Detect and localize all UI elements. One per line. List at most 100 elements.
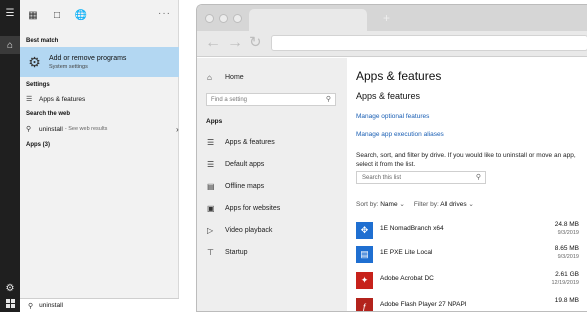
- sidebar-item-label: Default apps: [225, 161, 265, 168]
- app-name: Adobe Flash Player 27 NPAPI: [380, 301, 467, 308]
- app-size: 8.65 MB: [554, 245, 579, 252]
- web-result-uninstall[interactable]: ⚲ uninstall - See web results ›: [26, 125, 179, 134]
- apps-description: Search, sort, and filter by drive. If yo…: [356, 152, 576, 168]
- sidebar-item-startup[interactable]: ⊤ Startup: [207, 248, 248, 257]
- sidebar-item-label: Offline maps: [225, 183, 265, 190]
- app-row-acrobat[interactable]: ✦ Adobe Acrobat DC 2.61 GB 12/19/2019: [356, 270, 587, 292]
- sidebar-item-apps-features[interactable]: ☰ Apps & features: [207, 138, 275, 147]
- section-title: Apps & features: [356, 91, 421, 101]
- sort-label: Sort by:: [356, 201, 379, 208]
- app-date: 12/19/2019: [551, 280, 579, 286]
- page-title: Apps & features: [356, 69, 442, 83]
- new-tab-icon[interactable]: +: [383, 11, 390, 25]
- map-icon: ▤: [207, 182, 215, 191]
- settings-window: + ← → ↻ ⌂ Home Find a setting ⚲ Apps ☰ A…: [196, 4, 587, 312]
- filter-by-control[interactable]: Filter by: All drives ⌄: [414, 201, 474, 208]
- sidebar-item-label: Video playback: [225, 227, 273, 234]
- grid-icon[interactable]: ▦: [26, 8, 40, 22]
- browser-tab[interactable]: [249, 9, 367, 31]
- find-setting-placeholder: Find a setting: [211, 96, 248, 103]
- app-name: 1E NomadBranch x64: [380, 225, 444, 232]
- video-icon: ▷: [207, 226, 214, 235]
- chevron-down-icon: ⌄: [468, 201, 474, 208]
- startup-icon: ⊤: [207, 248, 214, 257]
- search-icon: ⚲: [26, 126, 32, 133]
- search-panel-toolbar: ▦ □ 🌐 ···: [20, 0, 179, 30]
- address-bar[interactable]: [271, 35, 587, 51]
- manage-optional-features-link[interactable]: Manage optional features: [356, 113, 429, 120]
- best-match-heading: Best match: [26, 38, 59, 44]
- browser-toolbar: ← → ↻: [197, 31, 587, 57]
- search-list-input[interactable]: Search this list ⚲: [356, 171, 486, 184]
- sidebar-item-video-playback[interactable]: ▷ Video playback: [207, 226, 272, 235]
- document-icon[interactable]: □: [50, 8, 64, 22]
- list-icon: ☰: [26, 96, 33, 103]
- app-date: 9/3/2019: [557, 230, 579, 236]
- more-icon[interactable]: ···: [158, 8, 171, 19]
- reload-icon[interactable]: ↻: [249, 35, 262, 51]
- sidebar-item-offline-maps[interactable]: ▤ Offline maps: [207, 182, 264, 191]
- taskbar: ☰ ⌂ ⚙: [0, 0, 20, 312]
- website-icon: ▣: [207, 204, 215, 213]
- sidebar-item-apps-for-websites[interactable]: ▣ Apps for websites: [207, 204, 280, 213]
- globe-icon[interactable]: 🌐: [74, 8, 88, 22]
- maximize-window-button[interactable]: [233, 14, 242, 23]
- settings-sidebar: ⌂ Home Find a setting ⚲ Apps ☰ Apps & fe…: [197, 58, 347, 311]
- sidebar-item-default-apps[interactable]: ☰ Default apps: [207, 160, 264, 169]
- list-icon: ☰: [207, 138, 215, 147]
- home-icon[interactable]: ⌂: [0, 36, 20, 54]
- hamburger-icon[interactable]: ☰: [0, 4, 20, 22]
- web-result-suffix: - See web results: [64, 126, 108, 132]
- find-setting-input[interactable]: Find a setting ⚲: [206, 93, 336, 106]
- search-list-placeholder: Search this list: [362, 174, 402, 181]
- taskbar-search-box[interactable]: ⚲ uninstall: [20, 298, 179, 312]
- app-size: 19.8 MB: [554, 297, 579, 304]
- pxe-lite-app-icon: ▤: [356, 246, 373, 263]
- settings-heading: Settings: [26, 82, 50, 88]
- sort-value: Name: [380, 201, 398, 208]
- sidebar-item-label: Apps & features: [225, 139, 275, 146]
- settings-main: Apps & features Apps & features Manage o…: [347, 58, 587, 311]
- search-panel: ▦ □ 🌐 ··· Best match ⚙ Add or remove pro…: [20, 0, 179, 312]
- acrobat-app-icon: ✦: [356, 272, 373, 289]
- home-icon: ⌂: [207, 73, 212, 82]
- best-match-title: Add or remove programs: [49, 54, 127, 62]
- sort-filter-bar: Sort by: Name ⌄ Filter by: All drives ⌄: [356, 200, 474, 208]
- chevron-down-icon: ⌄: [399, 201, 405, 208]
- settings-result-apps-features[interactable]: ☰ Apps & features: [26, 95, 86, 104]
- windows-logo: [5, 298, 15, 308]
- best-match-subtitle: System settings: [49, 63, 88, 70]
- app-row-nomadbranch[interactable]: ✥ 1E NomadBranch x64 24.8 MB 9/3/2019: [356, 220, 587, 242]
- sidebar-item-label: Startup: [225, 249, 248, 256]
- windows-icon[interactable]: [0, 294, 20, 312]
- sidebar-section-apps: Apps: [206, 118, 223, 125]
- search-icon: ⚲: [325, 96, 331, 103]
- sidebar-home[interactable]: ⌂ Home: [207, 73, 244, 82]
- close-window-button[interactable]: [205, 14, 214, 23]
- minimize-window-button[interactable]: [219, 14, 228, 23]
- app-row-flash[interactable]: ƒ Adobe Flash Player 27 NPAPI 19.8 MB: [356, 296, 587, 311]
- desktop-gap: [179, 0, 196, 312]
- app-name: 1E PXE Lite Local: [380, 249, 433, 256]
- settings-gear-icon: ⚙: [28, 53, 41, 70]
- back-icon[interactable]: ←: [205, 35, 221, 51]
- search-web-heading: Search the web: [26, 111, 71, 117]
- web-result-query: uninstall: [39, 125, 63, 133]
- best-match-item[interactable]: ⚙ Add or remove programs System settings: [20, 47, 179, 77]
- manage-execution-aliases-link[interactable]: Manage app execution aliases: [356, 131, 444, 138]
- app-date: 9/3/2019: [557, 254, 579, 260]
- filter-label: Filter by:: [413, 201, 439, 208]
- default-apps-icon: ☰: [207, 160, 215, 169]
- app-name: Adobe Acrobat DC: [380, 275, 434, 282]
- flash-app-icon: ƒ: [356, 298, 373, 311]
- search-icon: ⚲: [28, 302, 34, 310]
- search-icon: ⚲: [475, 174, 481, 181]
- forward-icon[interactable]: →: [227, 35, 243, 51]
- sort-by-control[interactable]: Sort by: Name ⌄: [356, 201, 405, 208]
- filter-value: All drives: [440, 201, 467, 208]
- settings-result-label: Apps & features: [39, 95, 86, 103]
- app-size: 2.61 GB: [555, 271, 579, 278]
- app-size: 24.8 MB: [554, 221, 579, 228]
- sidebar-home-label: Home: [225, 74, 244, 81]
- app-row-pxe-lite[interactable]: ▤ 1E PXE Lite Local 8.65 MB 9/3/2019: [356, 244, 587, 266]
